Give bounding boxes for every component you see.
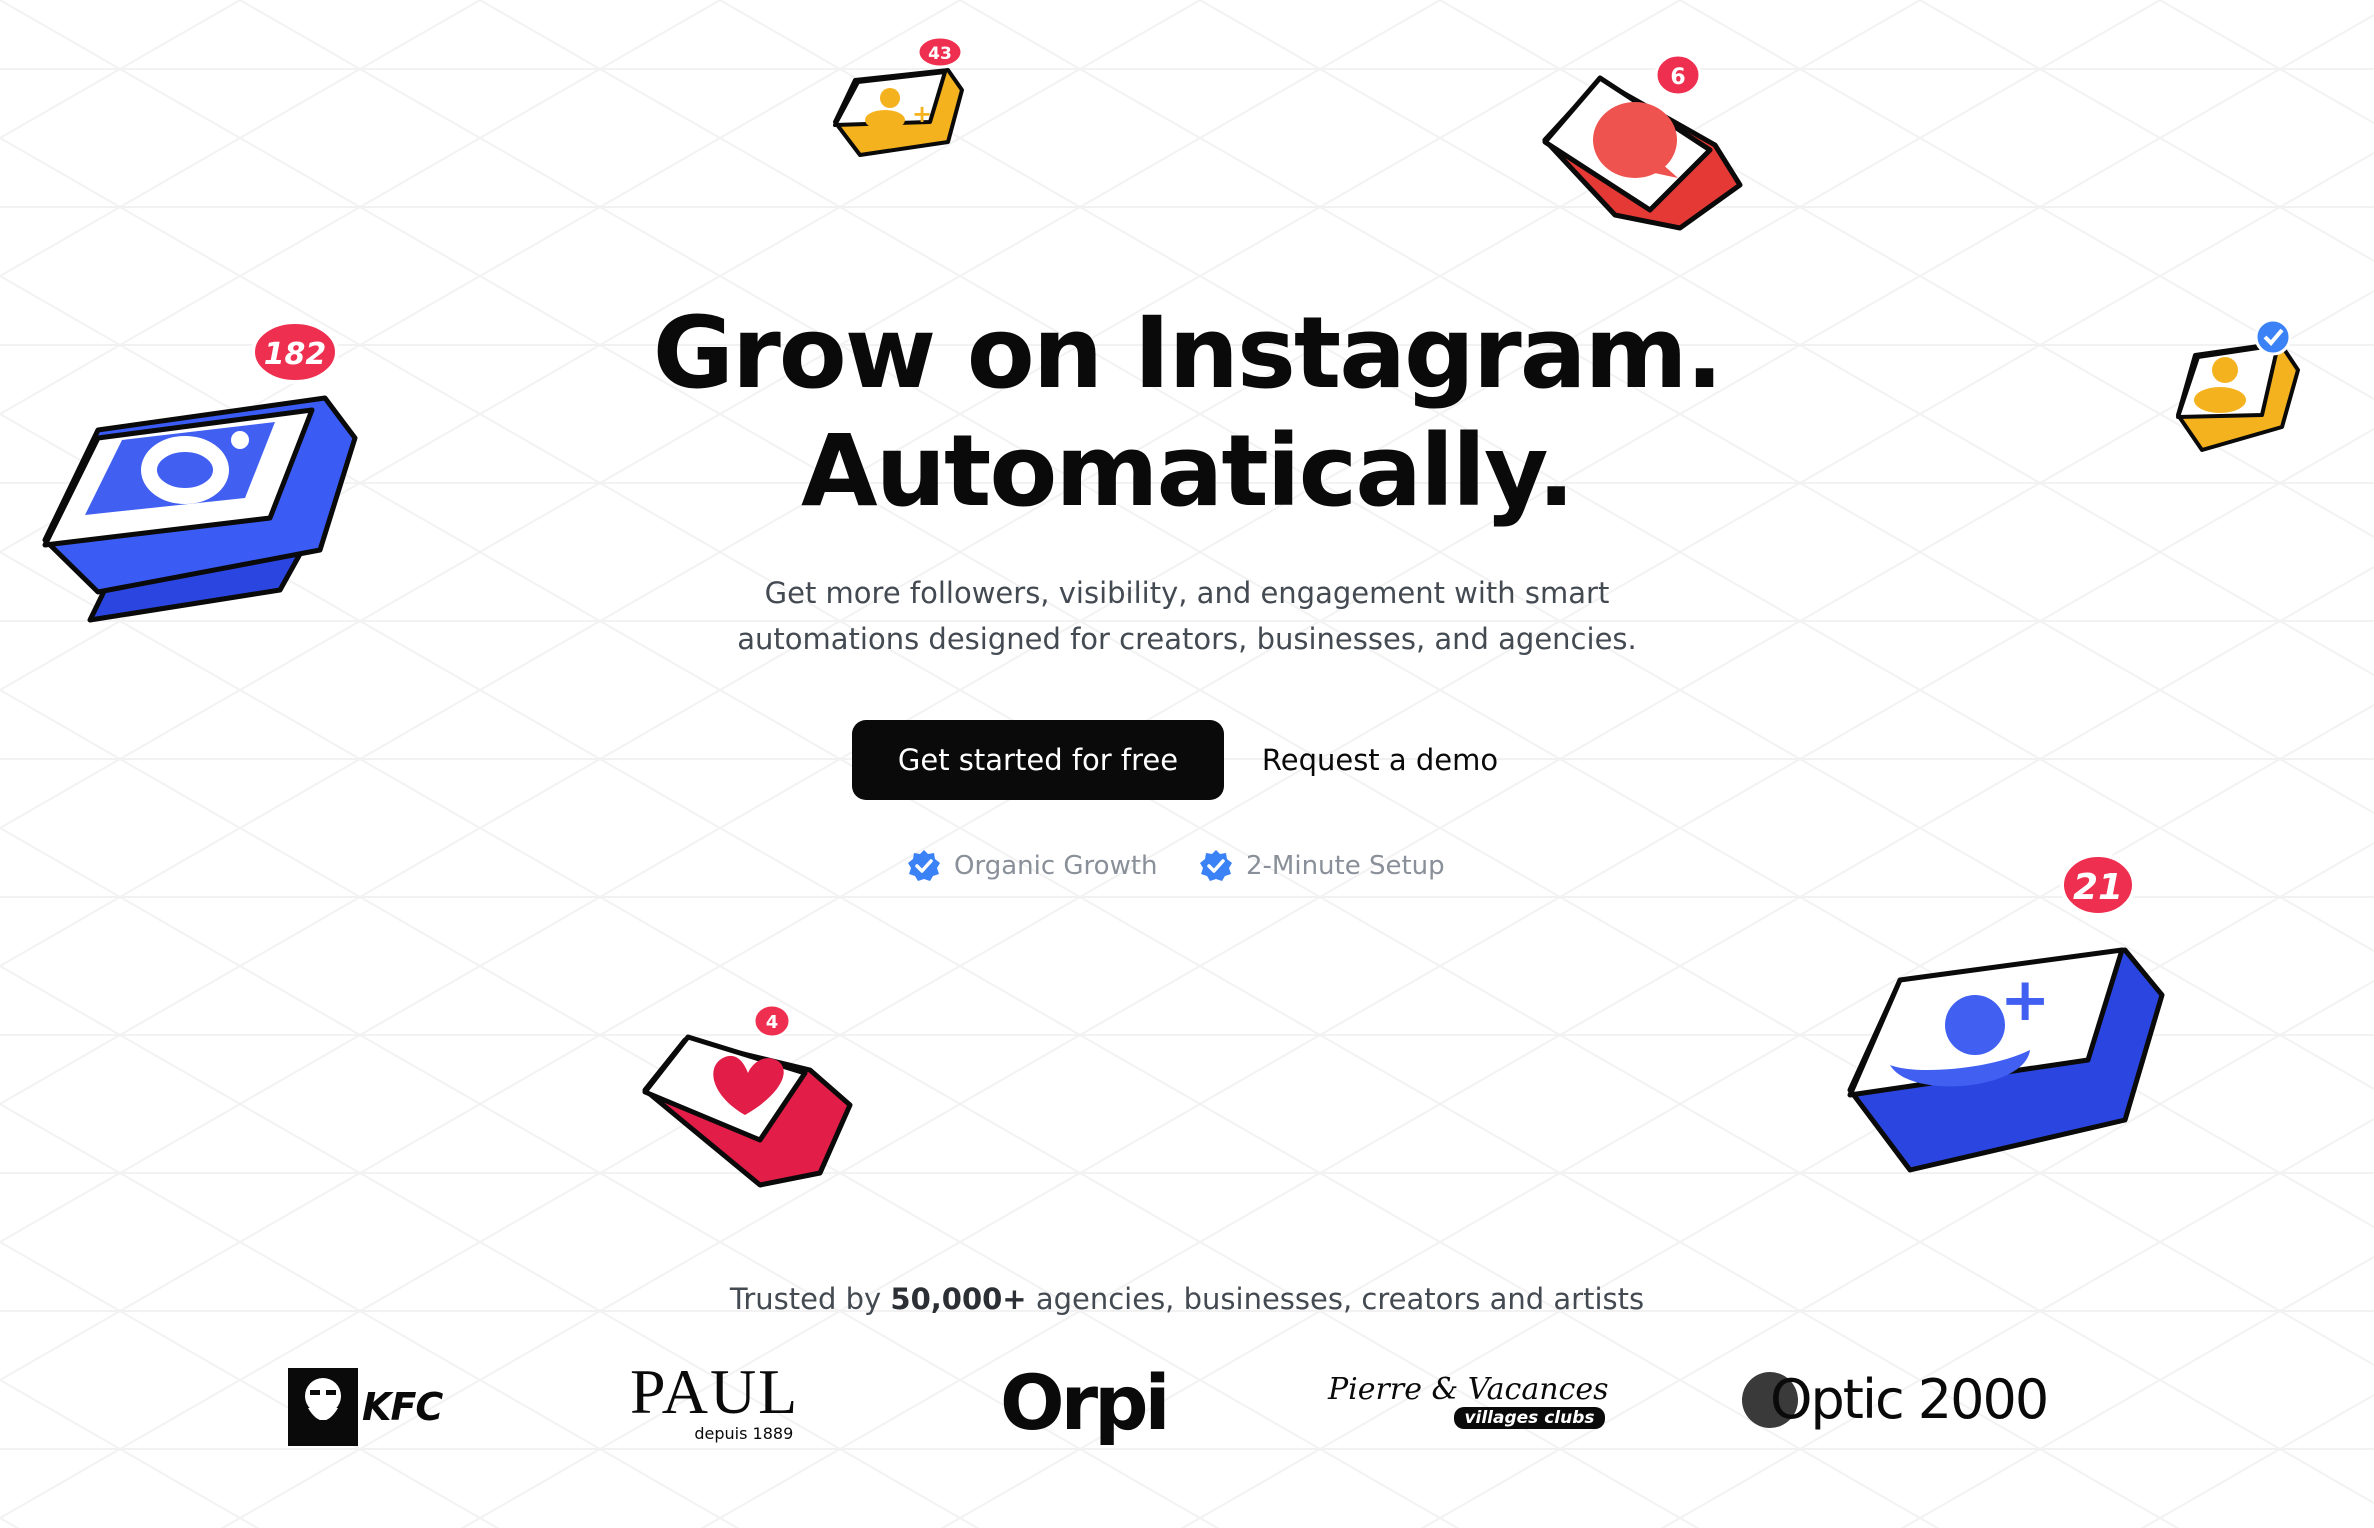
subtitle-line-1: Get more followers, visibility, and enga… bbox=[764, 576, 1610, 610]
verified-badge-icon bbox=[908, 850, 940, 881]
pierre-vacances-logo: Pierre & Vacances villages clubs bbox=[1328, 1372, 1609, 1429]
kfc-logo: KFC bbox=[288, 1368, 443, 1446]
verified-badge-icon bbox=[1200, 850, 1232, 881]
headline-line-1: Grow on Instagram. bbox=[652, 296, 1724, 411]
get-started-button[interactable]: Get started for free bbox=[852, 720, 1224, 800]
optic-2000-logo: Optic 2000 bbox=[1740, 1368, 2049, 1431]
trusted-by-text: Trusted by 50,000+ agencies, businesses,… bbox=[729, 1282, 1645, 1316]
paul-logo: PAUL depuis 1889 bbox=[630, 1356, 800, 1444]
feature-organic-growth: Organic Growth bbox=[906, 846, 1158, 886]
hero-section: Grow on Instagram. Automatically. Get mo… bbox=[0, 0, 2374, 1528]
subtitle-line-2: automations designed for creators, busin… bbox=[737, 622, 1637, 656]
orpi-logo: Orpi bbox=[1000, 1358, 1171, 1447]
colonel-face-icon bbox=[288, 1368, 358, 1446]
feature-label: 2-Minute Setup bbox=[1246, 851, 1445, 881]
feature-setup-time: 2-Minute Setup bbox=[1198, 846, 1445, 886]
trusted-count: 50,000+ bbox=[890, 1282, 1027, 1316]
headline-line-2: Automatically. bbox=[800, 414, 1575, 529]
request-demo-button[interactable]: Request a demo bbox=[1250, 720, 1510, 800]
feature-label: Organic Growth bbox=[954, 851, 1158, 881]
